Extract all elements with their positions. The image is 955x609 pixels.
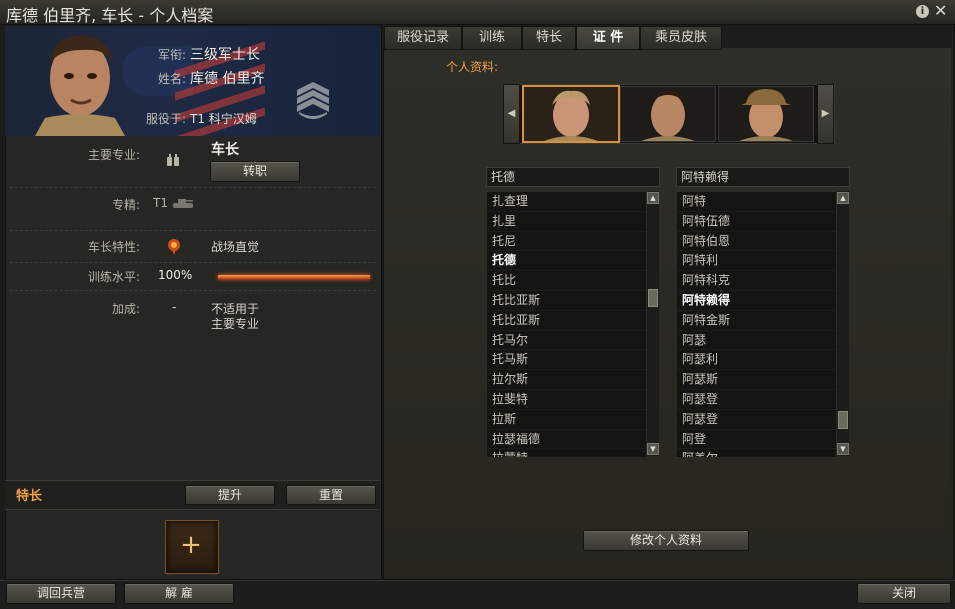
- close-icon[interactable]: ✕: [934, 1, 947, 21]
- list-item[interactable]: 托比亚斯: [487, 291, 647, 311]
- list-item[interactable]: 阿盖尔: [677, 449, 837, 457]
- tab-documents[interactable]: 证 件: [576, 26, 640, 50]
- tab-crew-skins[interactable]: 乘员皮肤: [640, 26, 722, 50]
- list-item[interactable]: 拉蒙特: [487, 449, 647, 457]
- service-label: 服役于:: [146, 112, 187, 126]
- divider: [10, 187, 376, 188]
- list-item[interactable]: 阿瑟登: [677, 390, 837, 410]
- list-item[interactable]: 拉瑟福德: [487, 430, 647, 450]
- list-item[interactable]: 托比: [487, 271, 647, 291]
- scroll-down-icon[interactable]: ▼: [837, 443, 849, 455]
- trait-value: 战场直觉: [211, 240, 260, 254]
- first-name-scrollbar[interactable]: ▲ ▼: [646, 191, 659, 456]
- info-icon[interactable]: i: [916, 5, 929, 18]
- bonus-value: -: [172, 300, 177, 314]
- reset-skills-button[interactable]: 重置: [286, 485, 376, 505]
- mastery-label: 专精:: [111, 198, 140, 212]
- face-icon: [524, 87, 618, 141]
- edit-profile-button[interactable]: 修改个人资料: [583, 530, 749, 551]
- primary-specialty-value: 车长: [211, 142, 239, 158]
- list-item[interactable]: 阿特伍德: [677, 212, 837, 232]
- trait-label: 车长特性:: [87, 240, 140, 254]
- list-item[interactable]: 拉斐特: [487, 390, 647, 410]
- list-item[interactable]: 阿瑟登: [677, 410, 837, 430]
- carousel-next-button[interactable]: ▶: [817, 84, 834, 144]
- portrait-option[interactable]: [718, 86, 814, 142]
- training-bar-fill: [218, 275, 370, 279]
- list-item[interactable]: 阿瑟斯: [677, 370, 837, 390]
- scroll-thumb[interactable]: [838, 411, 848, 429]
- commander-portrait: [35, 35, 125, 136]
- scroll-down-icon[interactable]: ▼: [647, 443, 659, 455]
- list-item[interactable]: 阿特赖得: [677, 291, 837, 311]
- tab-training[interactable]: 训练: [462, 26, 522, 50]
- rank-value: 三级军士长: [190, 47, 260, 63]
- bonus-note-line2: 主要专业: [211, 317, 260, 331]
- primary-specialty-label: 主要专业:: [87, 148, 140, 162]
- mastery-value: T1: [153, 196, 168, 210]
- upgrade-skill-button[interactable]: 提升: [185, 485, 275, 505]
- skills-title: 特长: [16, 489, 43, 504]
- dismiss-button[interactable]: 解 雇: [124, 583, 234, 604]
- service-value: T1 科宁汉姆: [190, 112, 257, 126]
- close-button[interactable]: 关闭: [857, 583, 951, 604]
- training-label: 训练水平:: [87, 270, 140, 284]
- list-item[interactable]: 托马斯: [487, 350, 647, 371]
- list-item[interactable]: 托德: [487, 251, 647, 272]
- scroll-up-icon[interactable]: ▲: [837, 192, 849, 204]
- window-title: 库德 伯里齐, 车长 - 个人档案: [6, 6, 214, 25]
- first-name-list[interactable]: 扎查理 扎里 托尼 托德 托比 托比亚斯 托比亚斯 托马尔 托马斯 拉尔斯 拉斐…: [486, 191, 648, 458]
- return-to-barracks-button[interactable]: 调回兵营: [6, 583, 116, 604]
- tank-icon: [173, 199, 193, 208]
- sixth-sense-icon: [168, 239, 180, 255]
- portrait-option[interactable]: [522, 85, 620, 143]
- portrait-option[interactable]: [620, 86, 716, 142]
- plus-icon[interactable]: +: [165, 520, 217, 572]
- list-item[interactable]: 扎查理: [487, 192, 647, 212]
- binoculars-icon: [167, 154, 179, 166]
- last-name-list[interactable]: 阿特 阿特伍德 阿特伯恩 阿特利 阿特科克 阿特赖得 阿特金斯 阿瑟 阿瑟利 阿…: [676, 191, 838, 458]
- divider: [10, 262, 376, 263]
- training-value: 100%: [158, 268, 193, 282]
- list-item[interactable]: 托马尔: [487, 331, 647, 351]
- retrain-button[interactable]: 转职: [210, 161, 300, 182]
- list-item[interactable]: 托比亚斯: [487, 311, 647, 331]
- carousel-prev-button[interactable]: ◀: [503, 84, 520, 144]
- personal-data-title: 个人资料:: [446, 60, 499, 74]
- list-item[interactable]: 阿瑟利: [677, 350, 837, 371]
- training-bar-track: [218, 275, 370, 279]
- bonus-label: 加成:: [111, 302, 140, 316]
- list-item[interactable]: 阿特利: [677, 251, 837, 272]
- list-item[interactable]: 扎里: [487, 212, 647, 232]
- tab-service-record[interactable]: 服役记录: [384, 26, 462, 50]
- divider: [10, 230, 376, 231]
- list-item[interactable]: 阿特伯恩: [677, 232, 837, 252]
- last-name-field[interactable]: 阿特赖得: [676, 167, 850, 187]
- list-item[interactable]: 拉尔斯: [487, 370, 647, 390]
- list-item[interactable]: 阿瑟: [677, 331, 837, 351]
- list-item[interactable]: 拉斯: [487, 410, 647, 430]
- scroll-thumb[interactable]: [648, 289, 658, 307]
- face-icon: [621, 87, 715, 141]
- list-item[interactable]: 托尼: [487, 232, 647, 252]
- scroll-up-icon[interactable]: ▲: [647, 192, 659, 204]
- face-icon: [719, 87, 813, 141]
- divider: [10, 290, 376, 291]
- list-item[interactable]: 阿登: [677, 430, 837, 450]
- list-item[interactable]: 阿特: [677, 192, 837, 212]
- rank-insignia-icon: [297, 82, 329, 119]
- tab-skills[interactable]: 特长: [522, 26, 576, 50]
- list-item[interactable]: 阿特金斯: [677, 311, 837, 331]
- name-value: 库德 伯里齐: [190, 71, 265, 87]
- name-label: 姓名:: [158, 72, 187, 86]
- last-name-scrollbar[interactable]: ▲ ▼: [836, 191, 849, 456]
- list-item[interactable]: 阿特科克: [677, 271, 837, 291]
- first-name-field[interactable]: 托德: [486, 167, 660, 187]
- rank-label: 军衔:: [158, 48, 187, 62]
